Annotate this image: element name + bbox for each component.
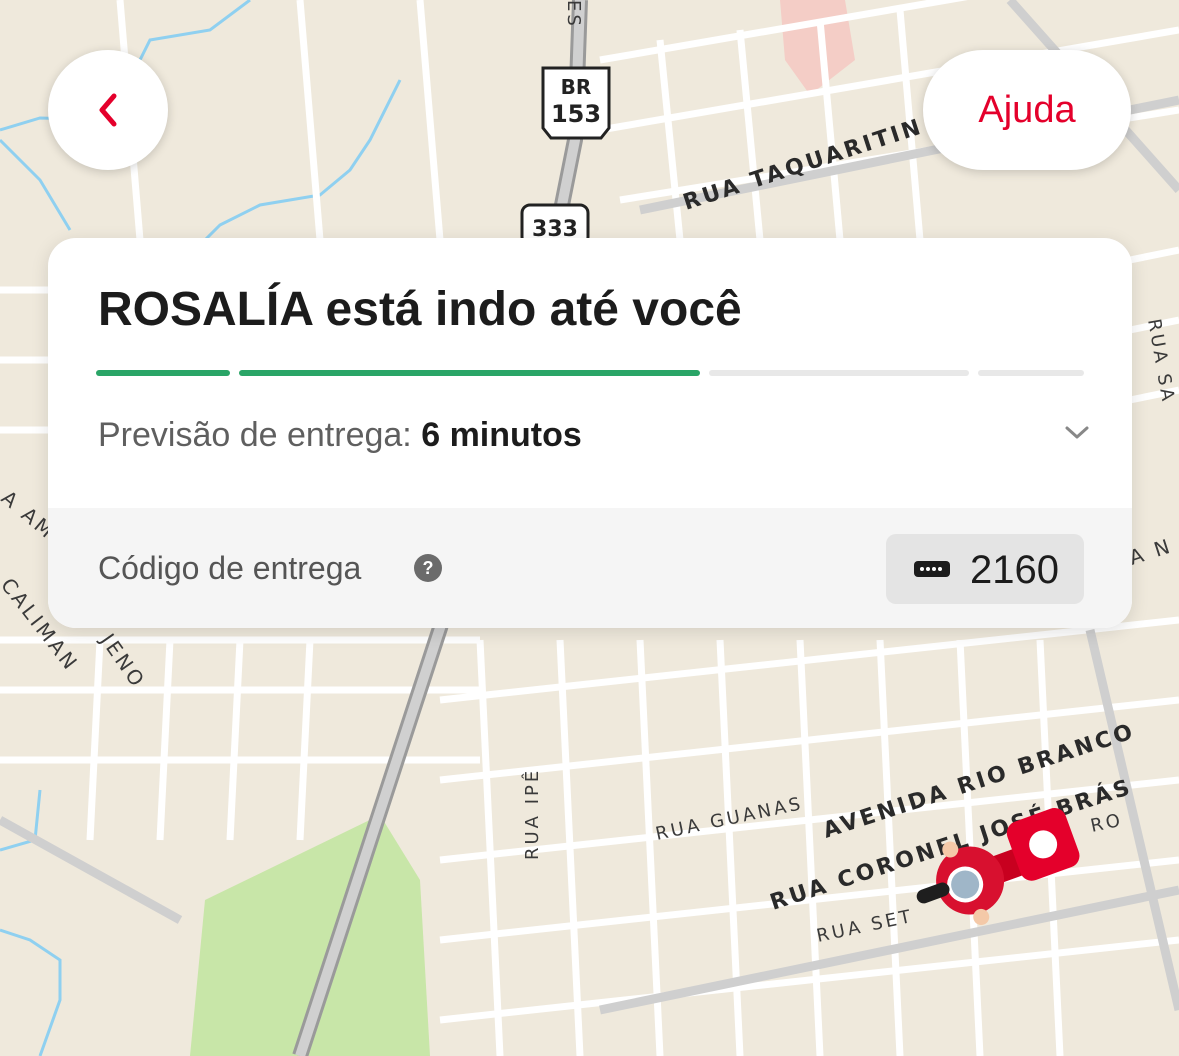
eta-label: Previsão de entrega: <box>98 416 412 454</box>
eta-value: 6 minutos <box>421 416 582 454</box>
help-button[interactable]: Ajuda <box>923 50 1131 170</box>
back-button[interactable] <box>48 50 168 170</box>
help-circle-icon[interactable]: ? <box>414 554 442 582</box>
delivery-code-label: Código de entrega <box>98 550 362 586</box>
building-area <box>780 0 855 95</box>
progress-segment <box>239 370 700 376</box>
street-label: A N <box>1126 533 1175 569</box>
eta-row: Previsão de entrega: 6 minutos <box>98 416 582 455</box>
street-label: RUA TAQUARITIN <box>680 114 926 215</box>
dots-password-icon <box>914 561 950 577</box>
help-button-label: Ajuda <box>978 88 1076 131</box>
delivery-code-value: 2160 <box>970 548 1059 592</box>
street-label: RUA SA <box>1143 317 1179 405</box>
delivery-motorcycle-icon[interactable] <box>900 800 1100 950</box>
street-label: ES <box>563 0 584 29</box>
tracking-title: ROSALÍA está indo até você <box>98 283 742 336</box>
delivery-code-section: Código de entrega ? 2160 <box>48 508 1132 628</box>
chevron-down-icon[interactable] <box>1062 418 1092 448</box>
chevron-left-icon <box>99 93 117 127</box>
street-label: RUA IPÊ <box>521 768 543 860</box>
highway-shield-br153: BR 153 <box>541 66 611 140</box>
progress-segment <box>96 370 230 376</box>
progress-segment <box>978 370 1084 376</box>
delivery-code-badge: 2160 <box>886 534 1084 604</box>
svg-text:BR: BR <box>561 75 592 99</box>
tracking-card: ROSALÍA está indo até você Previsão de e… <box>48 238 1132 628</box>
progress-segment <box>709 370 969 376</box>
svg-text:153: 153 <box>551 100 601 128</box>
